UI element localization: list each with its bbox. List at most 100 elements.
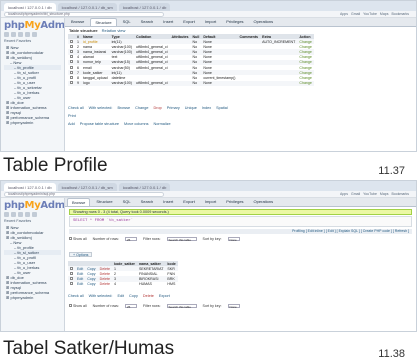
show-all-checkbox[interactable]: Show all	[69, 304, 87, 308]
options-button[interactable]: + Options	[69, 252, 93, 257]
docs-icon[interactable]	[18, 212, 23, 217]
settings-icon[interactable]	[25, 32, 30, 37]
home-icon[interactable]	[4, 32, 9, 37]
tool-propose-table-structure[interactable]: Propose table structure	[80, 122, 119, 126]
tab-browse[interactable]: Browse	[67, 18, 88, 26]
tool-add[interactable]: Add	[68, 122, 75, 126]
print-button[interactable]: Print	[68, 114, 76, 118]
change-link[interactable]: Change	[297, 80, 314, 86]
row-checkbox[interactable]	[70, 266, 73, 270]
tab-structure[interactable]: Structure	[92, 198, 116, 206]
phpmyadmin-logo[interactable]: phpMyAdmin	[4, 200, 64, 211]
row-checkbox[interactable]	[70, 49, 73, 53]
tree-item-phpmyadmin[interactable]: ⊞ phpmyadmin	[4, 120, 61, 125]
browser-tab[interactable]: localhost / 127.0.0.1 / db	[4, 3, 56, 11]
reload-icon[interactable]	[32, 212, 37, 217]
header-comments[interactable]: Comments	[237, 34, 261, 39]
row-checkbox[interactable]	[70, 65, 73, 69]
change-link[interactable]: Change	[297, 75, 314, 80]
action-primary[interactable]: Primary	[167, 106, 180, 110]
tree-item-phpmyadmin[interactable]: ⊞ phpmyadmin	[4, 295, 61, 300]
change-link[interactable]: Change	[297, 44, 314, 49]
delete-link[interactable]: Delete	[97, 276, 112, 282]
tab-sql[interactable]: SQL	[119, 18, 135, 26]
bookmark-maps[interactable]: Maps	[380, 12, 389, 16]
row-checkbox[interactable]	[70, 276, 73, 280]
action-check-all[interactable]: Check all	[68, 106, 84, 110]
change-link[interactable]: Change	[297, 39, 314, 45]
tab-browse[interactable]: Browse	[67, 198, 91, 206]
browser-tab[interactable]: localhost / 127.0.0.1 / db_sm	[57, 3, 117, 11]
browser-tab[interactable]: localhost / 127.0.0.1 / db	[4, 183, 56, 191]
bookmark-gmail[interactable]: Gmail	[351, 192, 360, 196]
browser-tab[interactable]: localhost / 127.0.0.1 / db_sm	[57, 183, 117, 191]
filter-input[interactable]: Search this table	[166, 304, 197, 309]
sort-select[interactable]: None	[227, 304, 240, 309]
tab-search[interactable]: Search	[137, 18, 158, 26]
filter-input[interactable]: Search this table	[166, 237, 197, 242]
phpmyadmin-logo[interactable]: phpMyAdmin	[4, 20, 64, 31]
tab-privileges[interactable]: Privileges	[222, 18, 247, 26]
tool-move-columns[interactable]: Move columns	[124, 122, 148, 126]
profiling-links[interactable]: Profiling [ Edit inline ] [ Edit ] [ Exp…	[69, 229, 412, 234]
tab-search[interactable]: Search	[137, 198, 158, 206]
tab-export[interactable]: Export	[179, 198, 199, 206]
bookmark-youtube[interactable]: YouTube	[363, 192, 377, 196]
rows-select[interactable]: 25	[124, 237, 137, 242]
edit-link[interactable]: Edit	[75, 282, 85, 287]
action-spatial[interactable]: Spatial	[216, 106, 228, 110]
docs-icon[interactable]	[18, 32, 23, 37]
logout-icon[interactable]	[11, 212, 16, 217]
tab-relation-view[interactable]: Relation view	[102, 28, 126, 33]
action-unique[interactable]: Unique	[185, 106, 197, 110]
bookmark-bookmarks[interactable]: Bookmarks	[391, 192, 409, 196]
address-bar[interactable]: localhost/phpmyadmin/sql.php	[4, 191, 164, 197]
sql-query-box[interactable]: SELECT * FROM `tb_satker`	[69, 216, 412, 227]
row-checkbox[interactable]	[70, 75, 73, 79]
tab-insert[interactable]: Insert	[159, 198, 177, 206]
row-checkbox[interactable]	[70, 60, 73, 64]
tool-normalize[interactable]: Normalize	[154, 122, 171, 126]
tab-export[interactable]: Export	[179, 18, 199, 26]
sidebar-tabs[interactable]: Recent Favorites	[4, 39, 61, 43]
change-link[interactable]: Change	[297, 55, 314, 60]
action-export[interactable]: Export	[159, 294, 170, 298]
tab-structure[interactable]: Structure	[90, 18, 117, 26]
address-bar[interactable]: localhost/phpmyadmin/tbl_structure.php	[4, 11, 164, 17]
logout-icon[interactable]	[11, 32, 16, 37]
bookmark-maps[interactable]: Maps	[380, 192, 389, 196]
tab-privileges[interactable]: Privileges	[222, 198, 247, 206]
tab-import[interactable]: Import	[201, 198, 220, 206]
bookmark-apps[interactable]: Apps	[340, 12, 348, 16]
copy-link[interactable]: Copy	[85, 271, 97, 276]
change-link[interactable]: Change	[297, 49, 314, 55]
browser-tab[interactable]: localhost / 127.0.0.1 / db	[118, 183, 171, 191]
action-copy[interactable]: Copy	[129, 294, 138, 298]
action-index[interactable]: Index	[202, 106, 211, 110]
tab-table-structure[interactable]: Table structure	[69, 28, 98, 33]
row-checkbox[interactable]	[70, 39, 73, 43]
rows-select[interactable]: 25	[124, 304, 137, 309]
sort-select[interactable]: None	[227, 237, 240, 242]
row-checkbox[interactable]	[70, 55, 73, 59]
delete-link[interactable]: Delete	[97, 266, 112, 272]
row-checkbox[interactable]	[70, 70, 73, 74]
settings-icon[interactable]	[25, 212, 30, 217]
action-drop[interactable]: Drop	[153, 106, 161, 110]
bookmark-gmail[interactable]: Gmail	[351, 12, 360, 16]
action-browse[interactable]: Browse	[117, 106, 130, 110]
row-checkbox[interactable]	[70, 81, 73, 85]
bookmark-youtube[interactable]: YouTube	[363, 12, 377, 16]
row-checkbox[interactable]	[70, 44, 73, 48]
tab-sql[interactable]: SQL	[119, 198, 135, 206]
bookmark-apps[interactable]: Apps	[340, 192, 348, 196]
change-link[interactable]: Change	[297, 59, 314, 65]
delete-link[interactable]: Delete	[98, 282, 112, 287]
action-edit[interactable]: Edit	[117, 294, 124, 298]
change-link[interactable]: Change	[297, 70, 314, 76]
tab-import[interactable]: Import	[201, 18, 220, 26]
copy-link[interactable]: Copy	[85, 282, 97, 287]
header-attributes[interactable]: Attributes	[169, 34, 191, 39]
row-checkbox[interactable]	[70, 282, 73, 286]
reload-icon[interactable]	[32, 32, 37, 37]
